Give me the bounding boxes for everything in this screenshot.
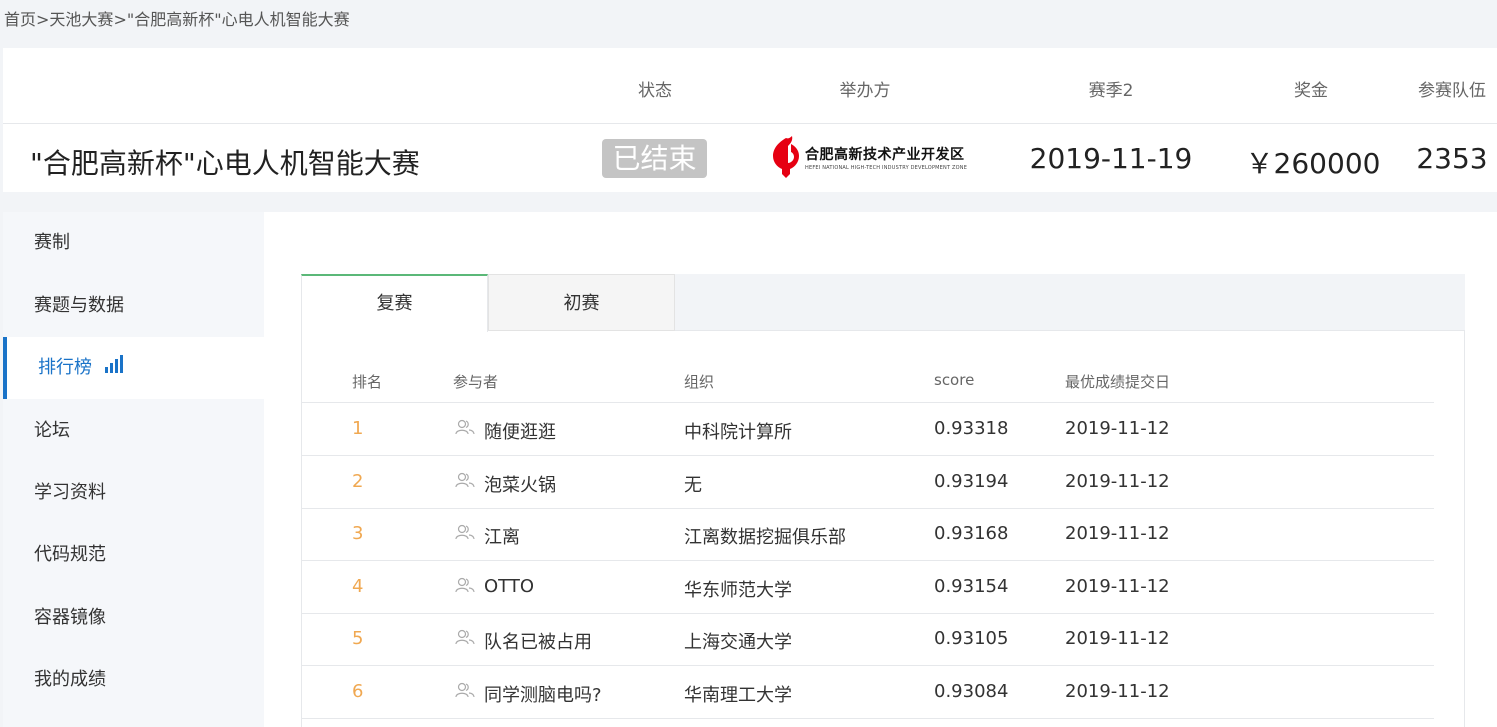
score-cell: 0.93194 [934, 471, 1009, 492]
tab-bar: 复赛 初赛 [301, 274, 1465, 332]
user-group-icon [455, 524, 475, 544]
season-label: 赛季2 [1088, 81, 1134, 101]
sidebar-item-label: 我的成绩 [34, 669, 106, 690]
tab-preliminary[interactable]: 初赛 [488, 274, 675, 331]
table-row[interactable]: 1 随便逛逛 中科院计算所 0.93318 2019-11-12 [302, 404, 1434, 456]
sidebar-item-learning[interactable]: 学习资料 [3, 462, 264, 524]
sidebar-item-forum[interactable]: 论坛 [3, 400, 264, 462]
org-cell: 无 [684, 475, 702, 496]
date-cell: 2019-11-12 [1065, 681, 1170, 702]
main-content: 复赛 初赛 排名 参与者 组织 score 最优成绩提交日 1 随便逛逛 中科院… [264, 212, 1497, 727]
score-cell: 0.93084 [934, 681, 1009, 702]
season-date: 2019-11-19 [1029, 142, 1193, 175]
header-labels-row: 状态 举办方 赛季2 奖金 参赛队伍 [3, 48, 1497, 124]
sidebar-item-my-scores[interactable]: 我的成绩 [3, 649, 264, 711]
table-row[interactable]: 3 江离 江离数据挖掘俱乐部 0.93168 2019-11-12 [302, 509, 1434, 561]
header-rank: 排名 [352, 373, 383, 391]
user-group-icon [455, 629, 475, 649]
header-score: score [934, 371, 975, 389]
breadcrumb: 首页>天池大赛>"合肥高新杯"心电人机智能大赛 [4, 6, 350, 30]
competition-title: "合肥高新杯"心电人机智能大赛 [30, 147, 420, 180]
date-cell: 2019-11-12 [1065, 576, 1170, 597]
sidebar-item-label: 学习资料 [34, 482, 106, 503]
participant-cell[interactable]: 随便逛逛 [484, 418, 556, 444]
leaderboard-table: 排名 参与者 组织 score 最优成绩提交日 1 随便逛逛 中科院计算所 0.… [301, 331, 1465, 727]
teams-label: 参赛队伍 [1418, 81, 1486, 101]
participant-cell[interactable]: 江离 [484, 523, 520, 549]
breadcrumb-separator: > [113, 10, 127, 29]
score-cell: 0.93154 [934, 576, 1009, 597]
org-cell: 中科院计算所 [684, 422, 792, 443]
status-label: 状态 [638, 81, 672, 101]
bar-chart-icon [104, 337, 124, 399]
org-cell: 江离数据挖掘俱乐部 [684, 527, 846, 548]
prize-value: ￥260000 [1245, 147, 1381, 180]
organizer-name: 合肥高新技术产业开发区 [805, 147, 965, 163]
rank-cell: 3 [352, 523, 364, 544]
table-row[interactable]: 4 OTTO 华东师范大学 0.93154 2019-11-12 [302, 562, 1434, 614]
header-org: 组织 [684, 373, 715, 391]
header-date: 最优成绩提交日 [1065, 373, 1171, 391]
sidebar-item-label: 赛制 [34, 232, 70, 253]
breadcrumb-tianchi[interactable]: 天池大赛 [49, 10, 113, 29]
table-row[interactable]: 6 同学测脑电吗? 华南理工大学 0.93084 2019-11-12 [302, 667, 1434, 719]
score-cell: 0.93168 [934, 523, 1009, 544]
sidebar-item-data[interactable]: 赛题与数据 [3, 275, 264, 337]
participant-cell[interactable]: 队名已被占用 [484, 628, 592, 654]
organizer-logo[interactable]: 合肥高新技术产业开发区 HEFEI NATIONAL HIGH-TECH IND… [769, 132, 968, 180]
user-group-icon [455, 577, 475, 597]
participant-cell[interactable]: OTTO [484, 576, 534, 597]
breadcrumb-home[interactable]: 首页 [4, 10, 36, 29]
rank-cell: 5 [352, 628, 364, 649]
participant-cell[interactable]: 同学测脑电吗? [484, 681, 602, 707]
sidebar-item-label: 容器镜像 [34, 607, 106, 628]
sidebar-item-label: 代码规范 [34, 544, 106, 565]
org-cell: 上海交通大学 [684, 632, 792, 653]
hefei-hightech-logo-icon [773, 136, 799, 178]
rank-cell: 2 [352, 471, 364, 492]
sidebar-item-leaderboard[interactable]: 排行榜 [3, 337, 264, 399]
teams-count: 2353 [1416, 142, 1488, 175]
score-cell: 0.93105 [934, 628, 1009, 649]
org-cell: 华南理工大学 [684, 685, 792, 706]
rank-cell: 4 [352, 576, 364, 597]
sidebar-item-label: 赛题与数据 [34, 295, 124, 316]
date-cell: 2019-11-12 [1065, 471, 1170, 492]
organizer-subtitle: HEFEI NATIONAL HIGH-TECH INDUSTRY DEVELO… [805, 165, 968, 171]
competition-header: 状态 举办方 赛季2 奖金 参赛队伍 "合肥高新杯"心电人机智能大赛 已结束 合… [3, 48, 1497, 192]
breadcrumb-current: "合肥高新杯"心电人机智能大赛 [126, 10, 350, 29]
organizer-label: 举办方 [839, 81, 891, 101]
rank-cell: 6 [352, 681, 364, 702]
org-cell: 华东师范大学 [684, 580, 792, 601]
breadcrumb-separator: > [36, 10, 50, 29]
status-badge: 已结束 [602, 139, 707, 178]
prize-label: 奖金 [1294, 81, 1328, 101]
participant-cell[interactable]: 泡菜火锅 [484, 471, 556, 497]
sidebar-item-container[interactable]: 容器镜像 [3, 587, 264, 649]
score-cell: 0.93318 [934, 418, 1009, 439]
sidebar-item-code-spec[interactable]: 代码规范 [3, 524, 264, 586]
table-header: 排名 参与者 组织 score 最优成绩提交日 [302, 361, 1434, 403]
tab-final[interactable]: 复赛 [301, 274, 488, 332]
sidebar-item-rules[interactable]: 赛制 [3, 212, 264, 274]
rank-cell: 1 [352, 418, 364, 439]
user-group-icon [455, 472, 475, 492]
sidebar-item-label: 排行榜 [38, 357, 92, 378]
date-cell: 2019-11-12 [1065, 418, 1170, 439]
user-group-icon [455, 419, 475, 439]
user-group-icon [455, 682, 475, 702]
table-row[interactable]: 5 队名已被占用 上海交通大学 0.93105 2019-11-12 [302, 614, 1434, 666]
date-cell: 2019-11-12 [1065, 523, 1170, 544]
sidebar: 赛制 赛题与数据 排行榜 论坛 学习资料 代码规范 容器镜像 我的成绩 [3, 212, 264, 727]
table-row[interactable]: 2 泡菜火锅 无 0.93194 2019-11-12 [302, 457, 1434, 509]
sidebar-item-label: 论坛 [34, 420, 70, 441]
header-participant: 参与者 [453, 373, 499, 391]
date-cell: 2019-11-12 [1065, 628, 1170, 649]
